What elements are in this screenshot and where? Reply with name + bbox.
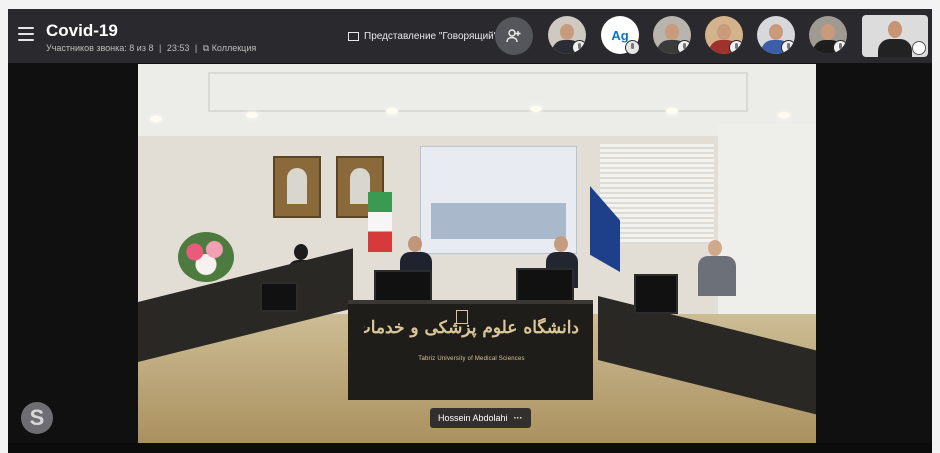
ceiling bbox=[138, 64, 816, 136]
mic-icon bbox=[677, 40, 691, 54]
view-mode-button[interactable]: Представление "Говорящий" ▾ bbox=[348, 27, 507, 45]
skype-logo-letter: S bbox=[29, 405, 45, 430]
add-person-icon bbox=[506, 29, 521, 43]
participant-avatar[interactable] bbox=[809, 16, 847, 54]
skype-logo-icon: S bbox=[21, 402, 53, 434]
attendee-head bbox=[294, 244, 308, 260]
university-sign-english: Tabriz University of Medical Sciences bbox=[418, 356, 525, 362]
skype-call-window: Covid-19 Участников звонка: 8 из 8 | 23:… bbox=[8, 9, 932, 453]
avatar-face bbox=[769, 24, 783, 40]
avatar-face bbox=[717, 24, 731, 40]
avatar-face bbox=[665, 24, 679, 40]
call-duration: 23:53 bbox=[166, 43, 190, 53]
view-mode-label: Представление "Говорящий" bbox=[364, 30, 498, 42]
mic-icon bbox=[625, 40, 640, 55]
separator: | bbox=[158, 43, 162, 53]
attendee-head bbox=[708, 240, 722, 256]
desk-monitor bbox=[634, 274, 678, 314]
ceiling-light bbox=[778, 112, 790, 118]
wall-portrait bbox=[273, 156, 321, 218]
collection-link[interactable]: Коллекция bbox=[212, 43, 257, 53]
ceiling-light bbox=[666, 108, 678, 114]
university-banner bbox=[420, 146, 577, 254]
participant-avatar[interactable] bbox=[653, 16, 691, 54]
hamburger-menu-icon[interactable] bbox=[18, 27, 34, 41]
university-sign-persian: دانشگاه علوم پزشکی و خدمات بهداشتی درمان… bbox=[364, 318, 579, 338]
mic-icon bbox=[572, 40, 586, 54]
avatar-face bbox=[560, 24, 574, 40]
ceiling-light bbox=[530, 106, 542, 112]
separator: | bbox=[194, 43, 198, 53]
flower-bouquet bbox=[178, 232, 234, 282]
avatar-initials: Ag bbox=[611, 27, 629, 43]
ceiling-light bbox=[386, 108, 398, 114]
participant-avatar[interactable] bbox=[705, 16, 743, 54]
participant-avatar-initials[interactable]: Ag bbox=[601, 16, 640, 55]
attendee-torso bbox=[698, 256, 736, 296]
attendee-head bbox=[408, 236, 422, 252]
mic-icon bbox=[729, 40, 743, 54]
call-header: Covid-19 Участников звонка: 8 из 8 | 23:… bbox=[8, 9, 932, 63]
more-options-icon[interactable]: ··· bbox=[514, 413, 523, 423]
speaker-name-tag[interactable]: Hossein Abdolahi ··· bbox=[430, 408, 531, 428]
participant-count: Участников звонка: 8 из 8 bbox=[46, 43, 154, 53]
desk-monitor bbox=[260, 282, 298, 312]
layout-icon bbox=[348, 31, 359, 41]
mic-icon bbox=[833, 40, 847, 54]
main-video-stage[interactable]: دانشگاه علوم پزشکی و خدمات بهداشتی درمان… bbox=[138, 64, 816, 450]
banner-building bbox=[431, 203, 566, 239]
mic-icon bbox=[912, 41, 926, 55]
call-title: Covid-19 bbox=[46, 21, 118, 40]
side-wall bbox=[718, 124, 816, 344]
flag bbox=[368, 192, 392, 252]
bottom-strip bbox=[8, 443, 932, 453]
add-participant-button[interactable] bbox=[495, 17, 533, 55]
mic-icon bbox=[781, 40, 795, 54]
participant-avatar[interactable] bbox=[757, 16, 795, 54]
avatar-face bbox=[821, 24, 835, 40]
attendee-head bbox=[554, 236, 568, 252]
participant-video-tile[interactable] bbox=[862, 15, 928, 57]
speaker-name: Hossein Abdolahi bbox=[438, 413, 508, 423]
ceiling-light bbox=[246, 112, 258, 118]
call-info: Участников звонка: 8 из 8 | 23:53 | ⧉ Ко… bbox=[46, 43, 256, 54]
avatar-body bbox=[878, 39, 912, 57]
avatar-face bbox=[888, 21, 902, 38]
participant-avatar[interactable] bbox=[548, 16, 586, 54]
ceiling-light bbox=[150, 116, 162, 122]
collection-icon: ⧉ bbox=[202, 43, 210, 53]
